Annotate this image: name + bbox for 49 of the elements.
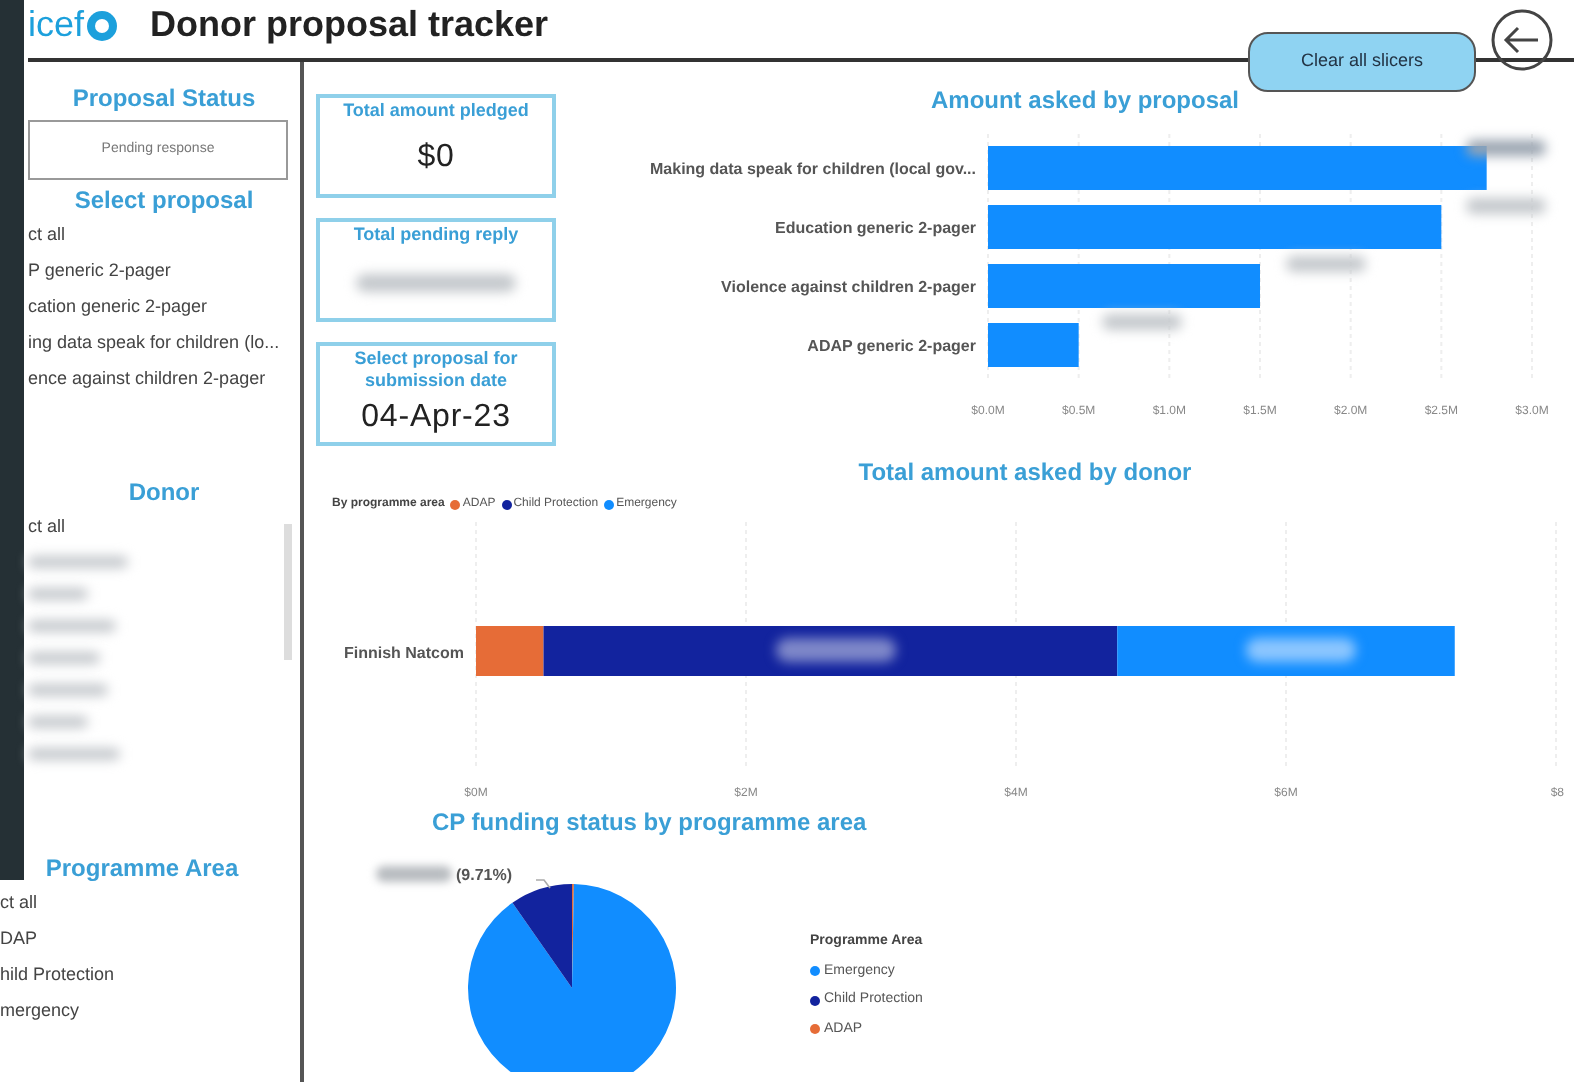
blurred-value — [28, 588, 88, 600]
section-title: Donor — [126, 476, 202, 508]
card-value: 04-Apr-23 — [361, 397, 511, 437]
list-item[interactable]: cation generic 2-pager — [28, 288, 300, 324]
category-label: Education generic 2-pager — [775, 219, 976, 237]
list-item[interactable]: ct all — [28, 216, 300, 252]
globe-icon — [86, 9, 119, 41]
blurred-value — [28, 620, 116, 632]
blurred-value — [1101, 314, 1181, 330]
logo-text: icef — [28, 2, 85, 48]
clear-slicers-button[interactable]: Clear all slicers — [1248, 32, 1476, 92]
blurred-value — [28, 748, 120, 760]
list-item[interactable]: DAP — [0, 920, 300, 956]
category-label: Finnish Natcom — [343, 644, 464, 662]
category-label: Making data speak for children (local gov... — [650, 160, 976, 178]
blurred-value — [1285, 256, 1365, 272]
page-title: Donor proposal tracker — [150, 2, 549, 48]
blurred-value — [776, 638, 896, 662]
chart-title: CP funding status by programme area — [432, 806, 869, 840]
blurred-value — [28, 716, 88, 728]
card-title: Total amount pledged — [341, 100, 531, 122]
section-title: Programme Area — [43, 852, 241, 884]
list-item[interactable]: P generic 2-pager — [28, 252, 300, 288]
blurred-value — [1465, 198, 1545, 214]
blurred-value — [28, 652, 100, 664]
section-title: Proposal Status — [70, 82, 258, 114]
data-label: (9.71%) — [456, 866, 513, 884]
blurred-value — [28, 556, 128, 568]
chart-title: Amount asked by proposal — [930, 84, 1240, 118]
card-title: Total pending reply — [351, 224, 521, 246]
bar — [988, 323, 1079, 367]
scrollbar[interactable] — [284, 524, 292, 660]
blurred-value — [376, 866, 452, 882]
blurred-value — [1246, 638, 1356, 662]
card-title: Select proposal for submission date — [352, 348, 520, 392]
list-item[interactable]: mergency — [0, 992, 300, 1028]
list-item[interactable]: ct all — [0, 884, 300, 920]
list-item[interactable]: hild Protection — [0, 956, 300, 992]
blurred-value — [1465, 140, 1545, 156]
card-value: $0 — [417, 138, 455, 178]
blurred-value — [28, 684, 108, 696]
leader-line — [535, 879, 551, 889]
list-item[interactable]: ence against children 2-pager — [28, 360, 300, 396]
section-title: Select proposal — [72, 184, 256, 216]
list-item[interactable]: ing data speak for children (lo... — [28, 324, 300, 360]
category-label: ADAP generic 2-pager — [807, 337, 976, 355]
category-label: Violence against children 2-pager — [721, 278, 976, 296]
list-item[interactable]: ct all — [28, 508, 300, 544]
chart-title: Total amount asked by donor — [856, 456, 1194, 490]
